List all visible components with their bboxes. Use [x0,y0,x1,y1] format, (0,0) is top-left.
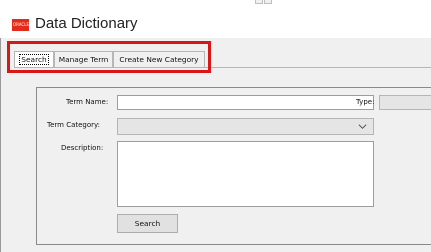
chevron-down-icon [358,124,367,129]
term-name-value [118,105,120,113]
term-name-label: Term Name: [66,98,109,106]
window-title: Data Dictionary [35,15,138,32]
title-bar: ORACLE Data Dictionary [0,4,431,39]
search-panel: Term Name: Type: Term Category: Descript… [36,87,431,245]
term-category-label: Term Category: [47,121,101,129]
description-label: Description: [61,144,104,152]
search-button[interactable]: Search [117,214,178,233]
type-label: Type: [356,98,375,106]
description-textarea[interactable] [117,141,374,207]
oracle-logo-icon: ORACLE [12,19,29,31]
tabs-highlight-annotation [7,41,211,73]
type-select[interactable] [379,95,431,110]
term-category-select[interactable] [117,118,374,135]
term-name-input[interactable] [117,95,374,110]
